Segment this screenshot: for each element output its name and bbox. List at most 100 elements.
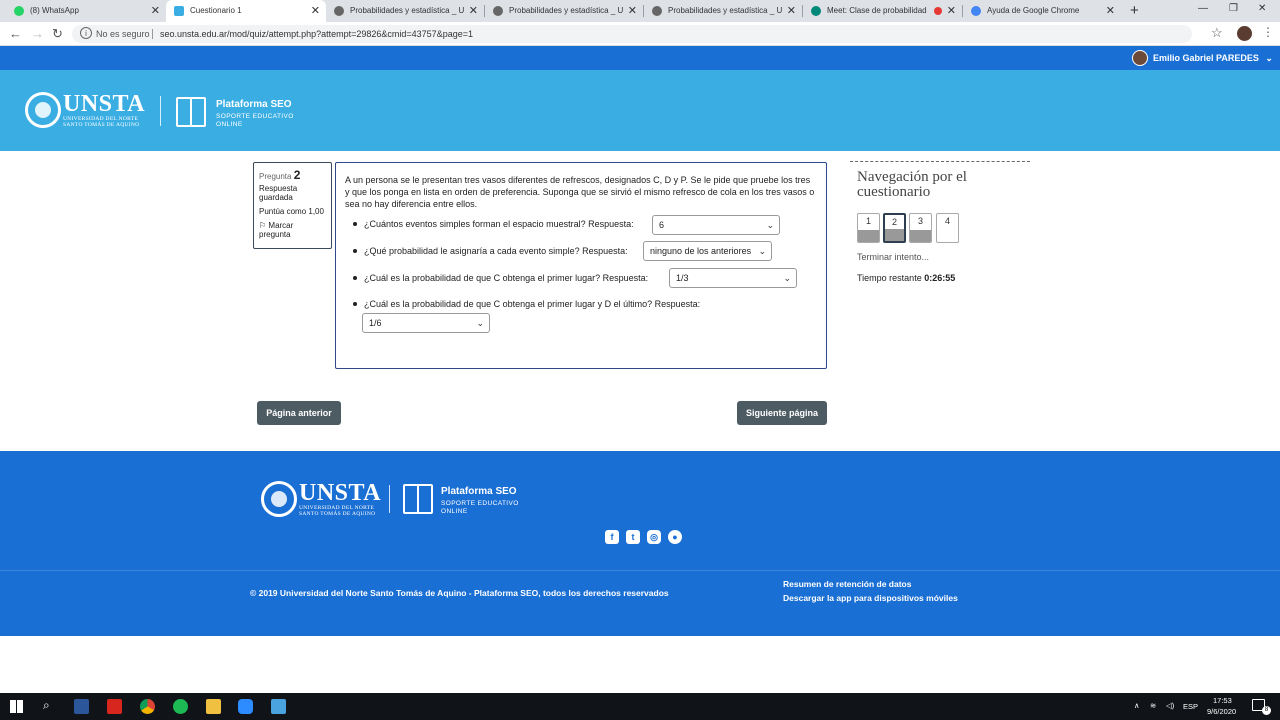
bullet — [353, 222, 357, 226]
language-indicator[interactable]: ESP — [1183, 702, 1198, 711]
chevron-down-icon: ⌄ — [766, 220, 774, 230]
back-icon[interactable]: ← — [9, 26, 22, 42]
platform-title: Plataforma SEO — [216, 99, 292, 110]
new-tab-button[interactable]: + — [1130, 2, 1139, 19]
url-text: seo.unsta.edu.ar/mod/quiz/attempt.php?at… — [160, 29, 473, 39]
address-bar: ← → ↻ i No es seguro seo.unsta.edu.ar/mo… — [0, 22, 1280, 46]
quiz-nav-number: 3 — [917, 216, 923, 226]
answered-indicator — [885, 229, 904, 241]
footer-logo-subtitle-2: SANTO TOMÁS DE AQUINO — [299, 511, 376, 517]
quiz-nav-question-2[interactable]: 2 — [883, 213, 906, 243]
answer-select-3[interactable]: 1/3 ⌄ — [669, 268, 797, 288]
answer-select-1-value: 6 — [659, 220, 665, 230]
tab-chrome-help[interactable]: Ayuda de Google Chrome ✕ — [963, 0, 1121, 22]
close-window-button[interactable]: ✕ — [1258, 3, 1266, 14]
question-content: A un persona se le presentan tres vasos … — [335, 162, 827, 369]
instagram-icon[interactable]: ◎ — [647, 530, 661, 544]
file-explorer-icon[interactable] — [206, 699, 221, 714]
footer-logos: UNSTA UNIVERSIDAD DEL NORTE SANTO TOMÁS … — [0, 451, 1280, 570]
browser-tab-bar: (8) WhatsApp ✕ Cuestionario 1 ✕ Probabil… — [0, 0, 1280, 22]
spotify-icon[interactable] — [173, 699, 188, 714]
close-tab-icon[interactable]: ✕ — [787, 0, 796, 22]
clock-date[interactable]: 9/6/2020 — [1207, 707, 1236, 716]
divider — [152, 29, 153, 39]
close-tab-icon[interactable]: ✕ — [469, 0, 478, 22]
answer-select-4[interactable]: 1/6 ⌄ — [362, 313, 490, 333]
chrome-icon[interactable] — [140, 699, 155, 714]
search-icon[interactable]: ⌕ — [43, 698, 50, 713]
forward-icon[interactable]: → — [31, 26, 44, 42]
windows-start-icon[interactable] — [10, 700, 23, 713]
maximize-button[interactable]: ❐ — [1229, 3, 1238, 14]
reload-icon[interactable]: ↻ — [52, 26, 63, 42]
wifi-icon[interactable]: ≋ — [1150, 701, 1156, 710]
timer-label: Tiempo restante — [857, 273, 922, 283]
close-tab-icon[interactable]: ✕ — [151, 0, 160, 22]
book-icon — [403, 484, 433, 514]
tab-probabilidades-3[interactable]: Probabilidades y estadística _ U ✕ — [644, 0, 802, 22]
data-retention-link[interactable]: Resumen de retención de datos — [783, 579, 911, 589]
tab-meet[interactable]: Meet: Clase de probabilidad ✕ — [803, 0, 962, 22]
platform-subtitle-1: SOPORTE EDUCATIVO — [216, 113, 294, 120]
profile-avatar-icon[interactable] — [1237, 26, 1252, 41]
globe-icon[interactable]: ● — [668, 530, 682, 544]
quiz-nav-question-4[interactable]: 4 — [936, 213, 959, 243]
zoom-icon[interactable] — [238, 699, 253, 714]
photos-icon[interactable] — [271, 699, 286, 714]
unsta-seal-logo — [25, 92, 61, 128]
footer-legal: © 2019 Universidad del Norte Santo Tomás… — [0, 570, 1280, 636]
user-menu[interactable]: Emilio Gabriel PAREDES ⌄ — [1153, 46, 1273, 70]
close-tab-icon[interactable]: ✕ — [1106, 0, 1115, 22]
answer-select-2[interactable]: ninguno de los anteriores ⌄ — [643, 241, 772, 261]
avatar[interactable] — [1132, 50, 1148, 66]
logo-divider — [160, 96, 161, 126]
tab-whatsapp[interactable]: (8) WhatsApp ✕ — [6, 0, 166, 22]
bookmark-star-icon[interactable]: ☆ — [1211, 25, 1223, 41]
globe-icon — [334, 6, 344, 16]
flag-icon: ⚐ — [259, 221, 267, 230]
facebook-icon[interactable]: f — [605, 530, 619, 544]
volume-icon[interactable]: ◁) — [1166, 701, 1174, 710]
flag-question[interactable]: ⚐ Marcar pregunta — [259, 221, 326, 239]
word-icon[interactable] — [74, 699, 89, 714]
quiz-nav-number: 2 — [891, 217, 897, 227]
finish-attempt-link[interactable]: Terminar intento... — [857, 252, 929, 262]
top-navbar: Emilio Gabriel PAREDES ⌄ — [0, 46, 1280, 70]
answer-select-1[interactable]: 6 ⌄ — [652, 215, 780, 235]
question-number-value: 2 — [293, 168, 301, 182]
quiz-nav-number: 1 — [865, 216, 871, 226]
notification-count: 8 — [1262, 706, 1271, 715]
question-number: Pregunta 2 — [259, 168, 326, 182]
previous-page-button[interactable]: Página anterior — [257, 401, 341, 425]
info-icon[interactable]: i — [80, 27, 92, 39]
globe-icon — [493, 6, 503, 16]
next-page-button[interactable]: Siguiente página — [737, 401, 827, 425]
chevron-down-icon: ⌄ — [1265, 53, 1273, 63]
tab-probabilidades-1[interactable]: Probabilidades y estadística _ U ✕ — [326, 0, 484, 22]
chevron-down-icon: ⌄ — [758, 246, 766, 256]
clock-time[interactable]: 17:53 — [1213, 696, 1232, 705]
tab-probabilidades-2[interactable]: Probabilidades y estadística _ U ✕ — [485, 0, 643, 22]
copyright-text: © 2019 Universidad del Norte Santo Tomás… — [250, 588, 669, 598]
tray-chevron-icon[interactable]: ∧ — [1134, 701, 1140, 710]
acrobat-icon[interactable] — [107, 699, 122, 714]
tab-label: Probabilidades y estadística _ U — [668, 6, 783, 15]
timer-value: 0:26:55 — [924, 273, 956, 283]
close-tab-icon[interactable]: ✕ — [628, 0, 637, 22]
answer-select-3-value: 1/3 — [676, 273, 689, 283]
twitter-icon[interactable]: t — [626, 530, 640, 544]
mobile-app-link[interactable]: Descargar la app para dispositivos móvil… — [783, 593, 958, 603]
minimize-button[interactable]: — — [1198, 3, 1208, 14]
quiz-nav-question-3[interactable]: 3 — [909, 213, 932, 243]
url-field[interactable]: i No es seguro seo.unsta.edu.ar/mod/quiz… — [72, 25, 1192, 43]
quiz-nav-question-1[interactable]: 1 — [857, 213, 880, 243]
logo-subtitle-2: SANTO TOMÁS DE AQUINO — [63, 122, 140, 128]
whatsapp-icon — [14, 6, 24, 16]
tab-cuestionario[interactable]: Cuestionario 1 ✕ — [166, 0, 326, 22]
close-tab-icon[interactable]: ✕ — [311, 0, 320, 22]
menu-icon[interactable]: ⋮ — [1262, 25, 1274, 39]
question-state: Respuesta guardada — [259, 184, 298, 202]
close-tab-icon[interactable]: ✕ — [947, 0, 956, 22]
footer-platform-subtitle-1: SOPORTE EDUCATIVO — [441, 500, 519, 507]
chevron-down-icon: ⌄ — [783, 273, 791, 283]
